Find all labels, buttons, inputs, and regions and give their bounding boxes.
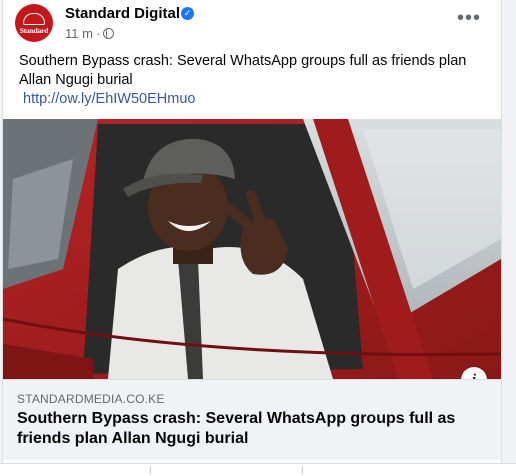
post-message: Southern Bypass crash: Several WhatsApp …	[19, 53, 467, 88]
link-preview-card[interactable]: STANDARDMEDIA.CO.KE Southern Bypass cras…	[3, 379, 501, 460]
more-options-button[interactable]: •••	[457, 8, 481, 28]
link-domain: STANDARDMEDIA.CO.KE	[17, 392, 165, 406]
page-name-link[interactable]: Standard Digital	[65, 5, 180, 22]
facebook-post: Standard Standard Digital ✓ 11 m · ••• S…	[2, 0, 502, 463]
next-post-edge	[0, 463, 516, 476]
photo-illustration	[3, 119, 501, 379]
post-meta: 11 m ·	[65, 26, 115, 41]
divider	[302, 466, 303, 474]
post-header: Standard Standard Digital ✓ 11 m · •••	[3, 0, 501, 44]
avatar[interactable]: Standard	[15, 4, 53, 42]
post-link[interactable]: http://ow.ly/EhIW50EHmuo	[23, 91, 195, 107]
link-preview-image[interactable]	[3, 119, 501, 379]
post-timestamp[interactable]: 11 m	[65, 26, 93, 41]
verified-badge-icon: ✓	[181, 7, 194, 20]
divider	[150, 466, 151, 474]
avatar-brand-text: Standard	[19, 26, 49, 35]
avatar-crest-icon	[23, 13, 45, 25]
meta-separator: ·	[95, 26, 101, 41]
link-title[interactable]: Southern Bypass crash: Several WhatsApp …	[17, 409, 487, 449]
globe-icon[interactable]	[103, 28, 115, 39]
